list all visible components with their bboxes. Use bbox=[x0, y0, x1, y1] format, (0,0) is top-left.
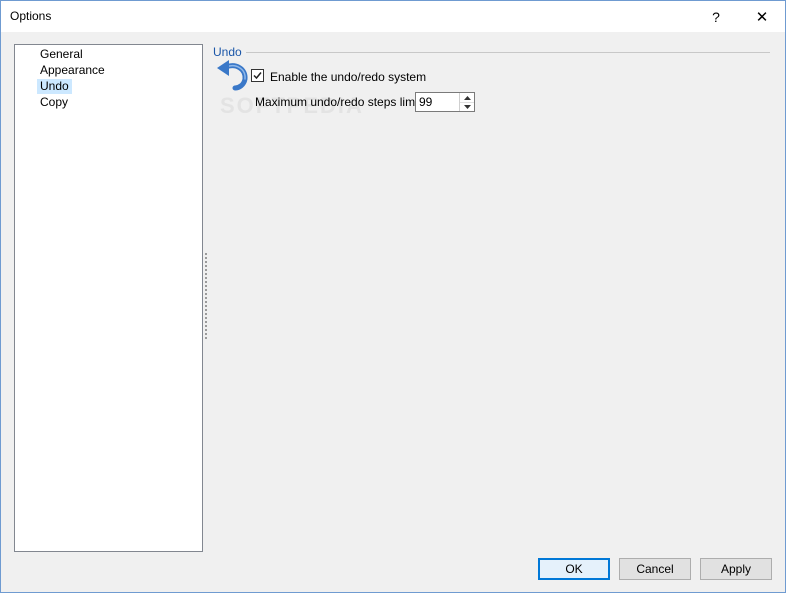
section-divider bbox=[246, 52, 770, 53]
tree-item-appearance[interactable]: Appearance bbox=[37, 63, 108, 78]
cancel-button[interactable]: Cancel bbox=[619, 558, 691, 580]
enable-undo-checkbox[interactable] bbox=[251, 69, 264, 82]
title-bar: Options ? ✕ bbox=[1, 1, 785, 33]
steps-limit-value[interactable]: 99 bbox=[419, 95, 432, 109]
section-title: Undo bbox=[213, 45, 242, 59]
window-title: Options bbox=[10, 9, 52, 23]
steps-limit-spinbox[interactable]: 99 bbox=[415, 92, 475, 112]
spin-buttons bbox=[459, 93, 474, 111]
enable-undo-label[interactable]: Enable the undo/redo system bbox=[270, 70, 426, 84]
category-tree[interactable]: General Appearance Undo Copy bbox=[14, 44, 203, 552]
spin-down-button[interactable] bbox=[460, 102, 474, 111]
splitter-handle[interactable] bbox=[204, 253, 208, 343]
steps-limit-label: Maximum undo/redo steps limit: bbox=[255, 95, 425, 109]
caret-up-icon bbox=[463, 95, 471, 100]
help-button[interactable]: ? bbox=[693, 1, 739, 32]
tree-item-undo[interactable]: Undo bbox=[37, 79, 72, 94]
tree-item-copy[interactable]: Copy bbox=[37, 95, 71, 110]
ok-button[interactable]: OK bbox=[538, 558, 610, 580]
tree-item-general[interactable]: General bbox=[37, 47, 86, 62]
undo-arrow-icon bbox=[214, 59, 250, 91]
close-button[interactable]: ✕ bbox=[739, 1, 785, 32]
options-dialog: Options ? ✕ General Appearance Undo Copy… bbox=[0, 0, 786, 593]
caret-down-icon bbox=[463, 104, 471, 109]
apply-button[interactable]: Apply bbox=[700, 558, 772, 580]
